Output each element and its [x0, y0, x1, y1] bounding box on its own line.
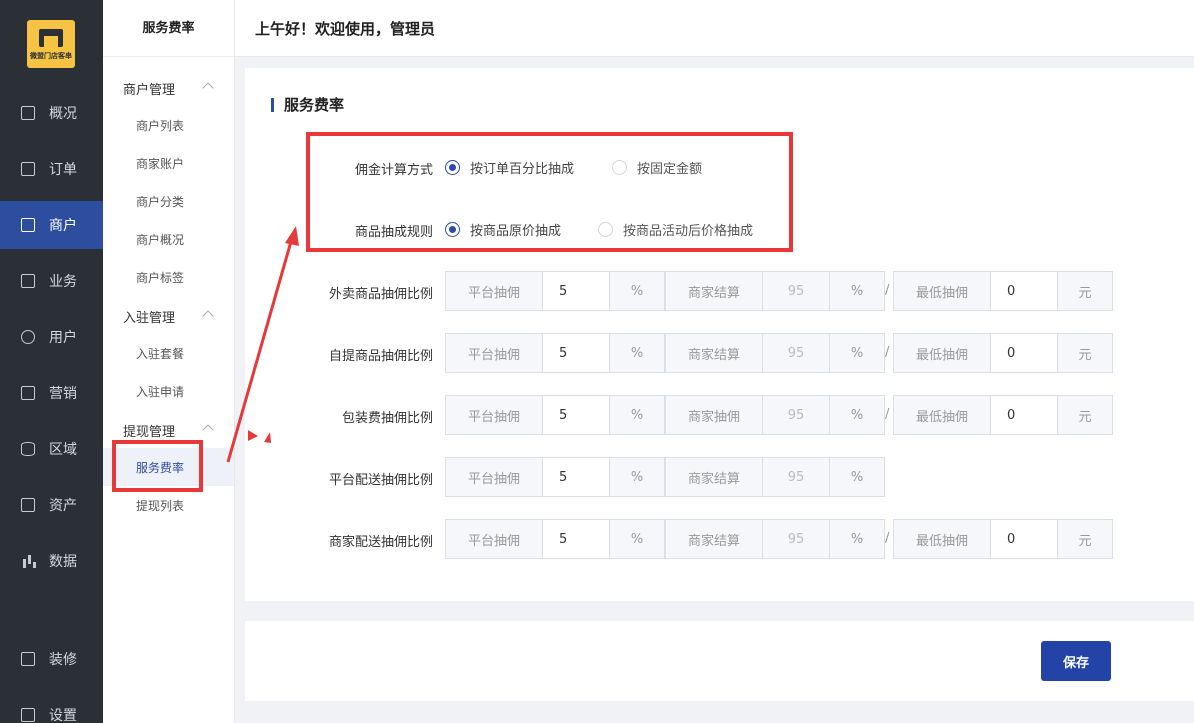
annotation-arrow [226, 226, 299, 463]
